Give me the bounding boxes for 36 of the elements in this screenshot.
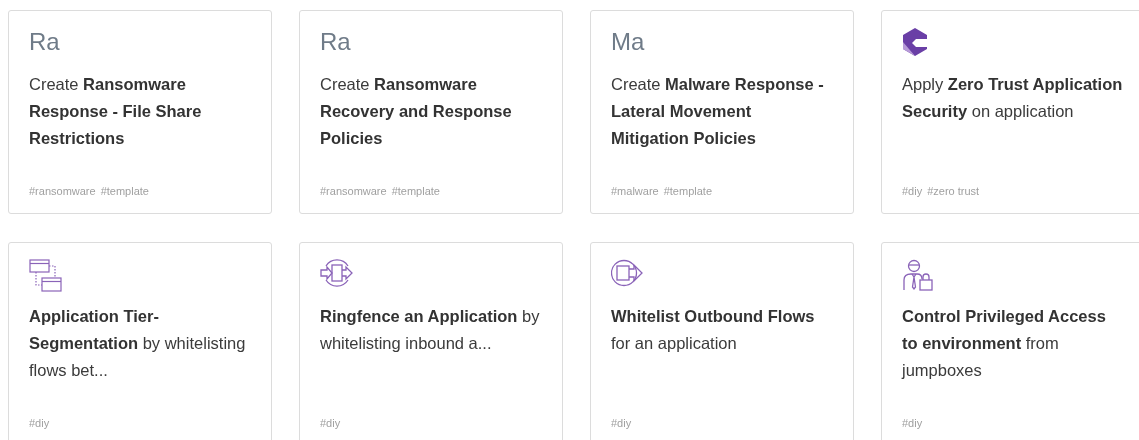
template-card[interactable]: Ma Create Malware Response - Lateral Movement Mitigation Policies #malware #template: [590, 10, 854, 214]
hashtag: #diy: [611, 415, 632, 431]
outbound-arrow-icon: [611, 259, 643, 287]
card-description: Whitelist Outbound Flows for an application: [611, 306, 816, 354]
card-description: Control Privileged Access to environment from jumpboxes: [902, 306, 1107, 381]
card-description: Apply Zero Trust Application Security on application: [902, 74, 1124, 122]
template-card[interactable]: Ra Create Ransomware Recovery and Response Policies #ransomware #template: [299, 10, 563, 214]
card-description: Ringfence an Application by whitelisting inbound a...: [320, 306, 541, 354]
card-description: Create Malware Response - Lateral Movement Mitigation Policies: [611, 74, 825, 149]
ringed-arrows-icon: [320, 259, 354, 287]
initials-text: Ma: [611, 27, 645, 57]
hexagon-logo-icon: [902, 27, 928, 57]
person-with-lock-icon: [902, 259, 934, 291]
hashtag: #malware: [611, 183, 659, 199]
hashtag: #ransomware: [320, 183, 387, 199]
hashtag: #ransomware: [29, 183, 96, 199]
hashtag: #diy: [902, 183, 923, 199]
card-description: Application Tier-Segmentation by whitelisting flows bet...: [29, 306, 247, 381]
hashtag: #zero trust: [927, 183, 980, 199]
initials-text: Ra: [320, 27, 351, 57]
template-card[interactable]: Ringfence an Application by whitelisting inbound a... #diy: [299, 242, 563, 440]
hashtag: #template: [391, 183, 440, 199]
template-card[interactable]: Whitelist Outbound Flows for an application #diy: [590, 242, 854, 440]
hashtag: #template: [663, 183, 712, 199]
card-description: Create Ransomware Recovery and Response Policies: [320, 74, 513, 149]
hashtag: #diy: [320, 415, 341, 431]
template-card[interactable]: Apply Zero Trust Application Security on application #diy #zero trust: [881, 10, 1139, 214]
hashtag: #diy: [902, 415, 923, 431]
template-card[interactable]: Ra Create Ransomware Response - File Share Restrictions #ransomware #template: [8, 10, 272, 214]
template-card[interactable]: Application Tier-Segmentation by whitelisting flows bet... #diy: [8, 242, 272, 440]
stacked-windows-icon: [29, 259, 63, 293]
template-card[interactable]: Control Privileged Access to environment from jumpboxes #diy: [881, 242, 1139, 440]
hashtag: #template: [100, 183, 149, 199]
hashtag: #diy: [29, 415, 50, 431]
card-description: Create Ransomware Response - File Share Restrictions: [29, 74, 203, 149]
initials-text: Ra: [29, 27, 60, 57]
